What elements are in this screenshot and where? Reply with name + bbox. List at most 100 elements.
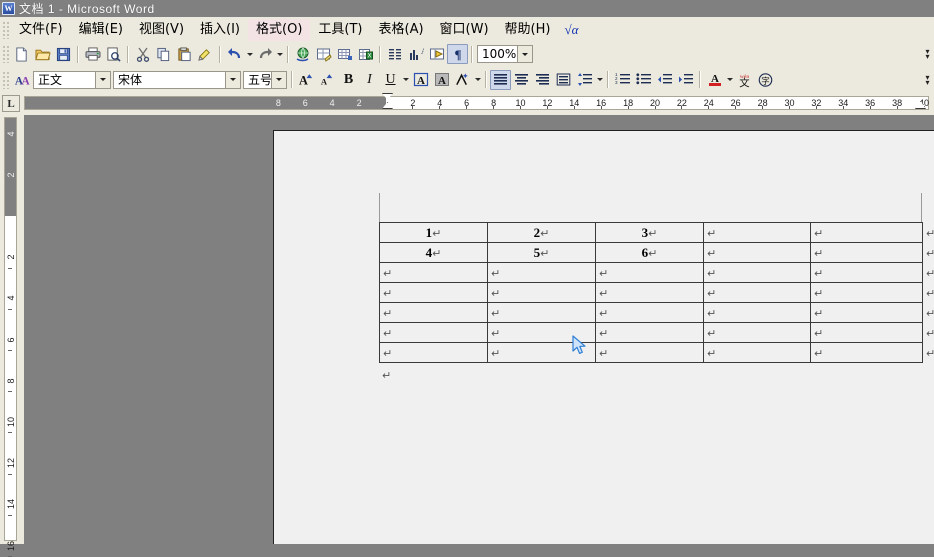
table-cell-r3c2[interactable]: ↵ xyxy=(488,263,596,283)
line-spacing-icon[interactable] xyxy=(574,70,595,90)
standard-toolbar-overflow-button[interactable]: ▾▾ xyxy=(922,44,933,65)
print-icon[interactable] xyxy=(82,44,103,64)
tables-and-borders-icon[interactable] xyxy=(313,44,334,64)
paste-clipboard-icon[interactable] xyxy=(174,44,195,64)
enclose-character-icon[interactable]: 字 xyxy=(755,70,776,90)
open-folder-icon[interactable] xyxy=(32,44,53,64)
table-cell-r2c2[interactable]: 5↵ xyxy=(488,243,596,263)
font-color-dropdown-caret-icon[interactable] xyxy=(725,70,734,90)
distributed-align-icon[interactable] xyxy=(553,70,574,90)
table-row[interactable]: ↵↵↵↵↵↵ xyxy=(380,283,934,303)
font-size-dropdown-caret-icon[interactable] xyxy=(271,72,286,88)
character-shading-icon[interactable]: A xyxy=(431,70,452,90)
standard-toolbar-grip[interactable] xyxy=(2,45,9,63)
font-combo[interactable]: 宋体 xyxy=(113,71,241,89)
tab-stop-selector[interactable]: L xyxy=(2,95,20,112)
menu-edit[interactable]: 编辑(E) xyxy=(71,19,131,41)
table-cell-r5c4[interactable]: ↵ xyxy=(704,303,811,323)
table-row[interactable]: 1↵2↵3↵↵↵↵ xyxy=(380,223,934,243)
table-cell-r4c4[interactable]: ↵ xyxy=(704,283,811,303)
style-dropdown-caret-icon[interactable] xyxy=(95,72,110,88)
columns-icon[interactable] xyxy=(384,44,405,64)
menu-bar-grip[interactable] xyxy=(2,21,9,39)
table-cell-r7c1[interactable]: ↵ xyxy=(380,343,488,363)
table-cell-r5c3[interactable]: ↵ xyxy=(596,303,704,323)
align-center-icon[interactable] xyxy=(511,70,532,90)
math-formula-icon[interactable]: √α xyxy=(558,20,584,40)
underline-dropdown-caret-icon[interactable] xyxy=(401,70,410,90)
table-cell-r2c3[interactable]: 6↵ xyxy=(596,243,704,263)
menu-table[interactable]: 表格(A) xyxy=(371,19,432,41)
print-preview-icon[interactable] xyxy=(103,44,124,64)
styles-and-formatting-icon[interactable]: AA xyxy=(11,70,32,90)
style-combo[interactable]: 正文 xyxy=(33,71,111,89)
table-cell-r3c1[interactable]: ↵ xyxy=(380,263,488,283)
table-cell-r6c1[interactable]: ↵ xyxy=(380,323,488,343)
vertical-ruler[interactable]: 42246810121416 xyxy=(0,115,24,544)
align-right-icon[interactable] xyxy=(532,70,553,90)
menu-tools[interactable]: 工具(T) xyxy=(310,19,370,41)
numbered-list-icon[interactable]: 123 xyxy=(612,70,633,90)
table-cell-r2c1[interactable]: 4↵ xyxy=(380,243,488,263)
table-cell-r5c1[interactable]: ↵ xyxy=(380,303,488,323)
document-workspace[interactable]: 1↵2↵3↵↵↵↵4↵5↵6↵↵↵↵↵↵↵↵↵↵↵↵↵↵↵↵↵↵↵↵↵↵↵↵↵↵… xyxy=(24,115,934,544)
document-table[interactable]: 1↵2↵3↵↵↵↵4↵5↵6↵↵↵↵↵↵↵↵↵↵↵↵↵↵↵↵↵↵↵↵↵↵↵↵↵↵… xyxy=(379,222,934,363)
text-effect-dropdown-caret-icon[interactable] xyxy=(473,70,482,90)
table-cell-r4c1[interactable]: ↵ xyxy=(380,283,488,303)
line-spacing-dropdown-caret-icon[interactable] xyxy=(595,70,604,90)
redo-arrow-icon[interactable] xyxy=(254,44,275,64)
table-cell-r2c4[interactable]: ↵ xyxy=(704,243,811,263)
table-row[interactable]: ↵↵↵↵↵↵ xyxy=(380,343,934,363)
table-row[interactable]: ↵↵↵↵↵↵ xyxy=(380,303,934,323)
text-effect-icon[interactable] xyxy=(452,70,473,90)
table-cell-r6c5[interactable]: ↵ xyxy=(811,323,923,343)
show-formatting-marks-icon[interactable]: ¶ xyxy=(447,44,468,64)
insert-excel-spreadsheet-icon[interactable]: X xyxy=(355,44,376,64)
table-cell-r4c3[interactable]: ↵ xyxy=(596,283,704,303)
document-page[interactable]: 1↵2↵3↵↵↵↵4↵5↵6↵↵↵↵↵↵↵↵↵↵↵↵↵↵↵↵↵↵↵↵↵↵↵↵↵↵… xyxy=(273,130,934,544)
table-cell-r3c4[interactable]: ↵ xyxy=(704,263,811,283)
grow-font-icon[interactable]: A xyxy=(296,70,317,90)
phonetic-guide-icon[interactable]: wén文 xyxy=(734,70,755,90)
font-color-icon[interactable]: A xyxy=(704,70,725,90)
table-cell-r6c3[interactable]: ↵ xyxy=(596,323,704,343)
table-cell-r5c2[interactable]: ↵ xyxy=(488,303,596,323)
table-cell-r6c2[interactable]: ↵ xyxy=(488,323,596,343)
table-cell-r7c5[interactable]: ↵ xyxy=(811,343,923,363)
horizontal-ruler-strip[interactable]: 8642246810121416182022242628303234363840 xyxy=(24,96,929,110)
table-cell-r7c2[interactable]: ↵ xyxy=(488,343,596,363)
redo-dropdown-caret-icon[interactable] xyxy=(275,44,284,64)
table-row[interactable]: 4↵5↵6↵↵↵↵ xyxy=(380,243,934,263)
table-cell-r6c4[interactable]: ↵ xyxy=(704,323,811,343)
table-cell-r7c3[interactable]: ↵ xyxy=(596,343,704,363)
increase-indent-icon[interactable] xyxy=(675,70,696,90)
table-cell-r2c5[interactable]: ↵ xyxy=(811,243,923,263)
table-cell-r3c3[interactable]: ↵ xyxy=(596,263,704,283)
character-border-icon[interactable]: A xyxy=(410,70,431,90)
save-icon[interactable] xyxy=(53,44,74,64)
table-row[interactable]: ↵↵↵↵↵↵ xyxy=(380,323,934,343)
menu-window[interactable]: 窗口(W) xyxy=(432,19,497,41)
formatting-toolbar-overflow-button[interactable]: ▾▾ xyxy=(922,69,933,90)
table-cell-r1c4[interactable]: ↵ xyxy=(704,223,811,243)
vertical-ruler-strip[interactable]: 42246810121416 xyxy=(4,117,17,541)
italic-icon[interactable]: I xyxy=(359,70,380,90)
horizontal-ruler[interactable]: L 86422468101214161820222426283032343638… xyxy=(0,93,934,116)
menu-format[interactable]: 格式(O) xyxy=(248,19,310,41)
format-painter-brush-icon[interactable] xyxy=(195,44,216,64)
decrease-indent-icon[interactable] xyxy=(654,70,675,90)
align-left-icon[interactable] xyxy=(490,70,511,90)
shrink-font-icon[interactable]: A xyxy=(317,70,338,90)
table-cell-r1c1[interactable]: 1↵ xyxy=(380,223,488,243)
underline-icon[interactable]: U xyxy=(380,70,401,90)
table-cell-r4c5[interactable]: ↵ xyxy=(811,283,923,303)
undo-arrow-icon[interactable] xyxy=(224,44,245,64)
font-size-combo[interactable]: 五号 xyxy=(243,71,287,89)
table-cell-r1c5[interactable]: ↵ xyxy=(811,223,923,243)
formatting-toolbar-grip[interactable] xyxy=(2,71,9,89)
menu-insert[interactable]: 插入(I) xyxy=(192,19,248,41)
table-cell-r1c2[interactable]: 2↵ xyxy=(488,223,596,243)
table-cell-r7c4[interactable]: ↵ xyxy=(704,343,811,363)
insert-hyperlink-globe-icon[interactable] xyxy=(292,44,313,64)
bulleted-list-icon[interactable] xyxy=(633,70,654,90)
